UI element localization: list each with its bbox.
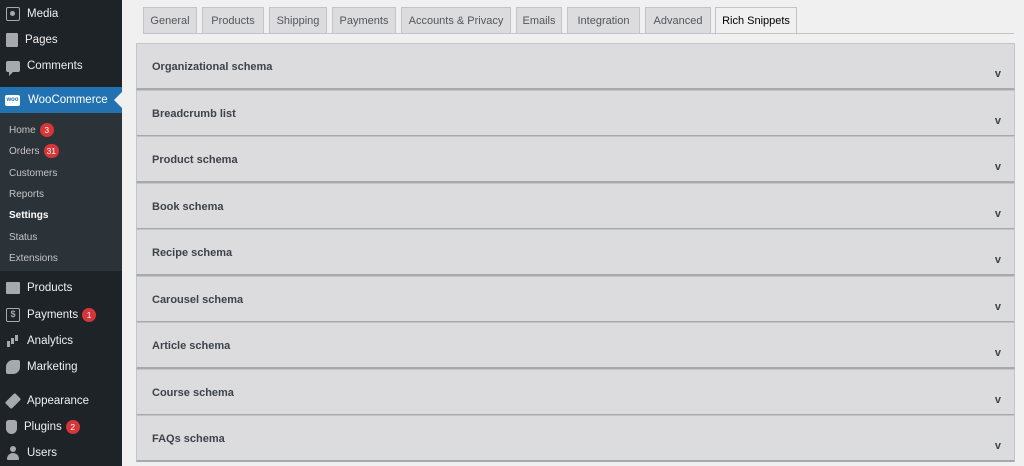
accordion-carousel-schema[interactable]: Carousel schema v	[136, 276, 1015, 323]
tab-accounts-privacy[interactable]: Accounts & Privacy	[401, 7, 511, 34]
chevron-down-icon[interactable]: v	[995, 440, 1001, 452]
notification-badge: 3	[39, 123, 54, 137]
tab-shipping[interactable]: Shipping	[269, 7, 327, 34]
accordion-course-schema[interactable]: Course schema v	[136, 369, 1015, 416]
notification-badge: 31	[43, 144, 60, 158]
submenu-item-status[interactable]: Status	[9, 227, 37, 247]
sidebar-item-appearance[interactable]: Appearance	[0, 388, 122, 414]
submenu-item-label: Customers	[9, 167, 58, 179]
accordion-breadcrumb-list[interactable]: Breadcrumb list v	[136, 90, 1015, 137]
plugins-icon	[6, 420, 17, 434]
sidebar-item-label: Pages	[25, 34, 58, 46]
sidebar-item-label: Products	[27, 282, 73, 294]
chevron-down-icon[interactable]: v	[995, 254, 1001, 266]
sidebar-item-label: Media	[27, 8, 59, 20]
sidebar-item-comments[interactable]: Comments	[0, 53, 122, 79]
sidebar-item-analytics[interactable]: Analytics	[0, 328, 122, 354]
section-title: Product schema	[152, 154, 238, 166]
accordion-organizational-schema[interactable]: Organizational schema v	[136, 43, 1015, 90]
submenu-item-customers[interactable]: Customers	[9, 163, 57, 183]
submenu-item-reports[interactable]: Reports	[9, 184, 44, 204]
chevron-down-icon[interactable]: v	[995, 115, 1001, 127]
chevron-down-icon[interactable]: v	[995, 347, 1001, 359]
accordion-book-schema[interactable]: Book schema v	[136, 183, 1015, 230]
sidebar-item-label: Plugins	[24, 421, 62, 433]
sidebar-item-plugins[interactable]: Plugins 2	[0, 414, 122, 440]
section-title: Carousel schema	[152, 294, 244, 306]
sidebar-item-pages[interactable]: Pages	[0, 27, 122, 53]
woocommerce-submenu: Home 3 Orders 31 Customers Reports Setti…	[0, 113, 122, 271]
accordion-product-schema[interactable]: Product schema v	[136, 136, 1015, 183]
section-title: Course schema	[152, 387, 234, 399]
analytics-icon	[6, 334, 20, 348]
tabs-divider	[143, 33, 1014, 34]
section-title: FAQs schema	[152, 433, 225, 445]
comments-icon	[6, 60, 20, 76]
submenu-item-label: Extensions	[9, 252, 58, 264]
tab-integration[interactable]: Integration	[567, 7, 640, 34]
sidebar-item-label: Marketing	[27, 361, 78, 373]
tab-rich-snippets[interactable]: Rich Snippets	[715, 7, 797, 35]
submenu-item-label: Reports	[9, 188, 45, 200]
sidebar-item-label: Analytics	[27, 335, 74, 347]
submenu-item-settings[interactable]: Settings	[9, 205, 48, 225]
submenu-item-orders[interactable]: Orders 31	[9, 141, 60, 161]
section-title: Breadcrumb list	[152, 108, 236, 120]
woocommerce-icon: woo	[5, 94, 20, 106]
sidebar-item-media[interactable]: Media	[0, 1, 122, 27]
tab-advanced[interactable]: Advanced	[645, 7, 711, 34]
sidebar-item-payments[interactable]: $ Payments 1	[0, 302, 122, 328]
schema-accordion: Organizational schema v Breadcrumb list …	[136, 43, 1015, 466]
submenu-item-label: Home	[9, 124, 36, 136]
sidebar-item-label: Payments	[27, 309, 79, 321]
chevron-down-icon[interactable]: v	[995, 68, 1001, 80]
appearance-icon	[4, 392, 22, 410]
sidebar-item-users[interactable]: Users	[0, 440, 122, 466]
chevron-down-icon[interactable]: v	[995, 208, 1001, 220]
submenu-item-home[interactable]: Home 3	[9, 120, 54, 140]
section-title: Organizational schema	[152, 61, 273, 73]
notification-badge: 2	[65, 420, 80, 434]
sidebar-item-products[interactable]: Products	[0, 275, 122, 301]
users-icon	[6, 446, 20, 460]
media-icon	[6, 7, 20, 21]
tab-products[interactable]: Products	[202, 7, 264, 34]
sidebar-item-marketing[interactable]: Marketing	[0, 354, 122, 380]
submenu-item-label: Settings	[9, 209, 49, 221]
sidebar-item-label: Users	[27, 447, 58, 459]
tab-general[interactable]: General	[143, 7, 197, 34]
accordion-recipe-schema[interactable]: Recipe schema v	[136, 229, 1015, 276]
submenu-item-extensions[interactable]: Extensions	[9, 248, 58, 268]
accordion-faqs-schema[interactable]: FAQs schema v	[136, 415, 1015, 462]
submenu-item-label: Orders	[9, 145, 40, 157]
sidebar-item-label: Comments	[27, 60, 83, 72]
tab-emails[interactable]: Emails	[516, 7, 562, 34]
marketing-icon	[6, 360, 20, 374]
submenu-item-label: Status	[9, 231, 38, 243]
pages-icon	[6, 33, 18, 47]
notification-badge: 1	[82, 308, 97, 322]
chevron-down-icon[interactable]: v	[995, 394, 1001, 406]
payments-icon: $	[6, 308, 20, 322]
section-title: Article schema	[152, 340, 231, 352]
chevron-down-icon[interactable]: v	[995, 301, 1001, 313]
products-icon	[6, 282, 20, 294]
tab-payments[interactable]: Payments	[332, 7, 396, 34]
section-title: Recipe schema	[152, 247, 233, 259]
section-title: Book schema	[152, 201, 224, 213]
admin-sidebar: Media Pages Comments woo WooCommerce Hom…	[0, 0, 122, 466]
chevron-down-icon[interactable]: v	[995, 161, 1001, 173]
sidebar-item-woocommerce[interactable]: woo WooCommerce	[0, 87, 122, 113]
accordion-article-schema[interactable]: Article schema v	[136, 322, 1015, 369]
sidebar-item-label: Appearance	[27, 395, 90, 407]
sidebar-item-label: WooCommerce	[28, 94, 108, 106]
